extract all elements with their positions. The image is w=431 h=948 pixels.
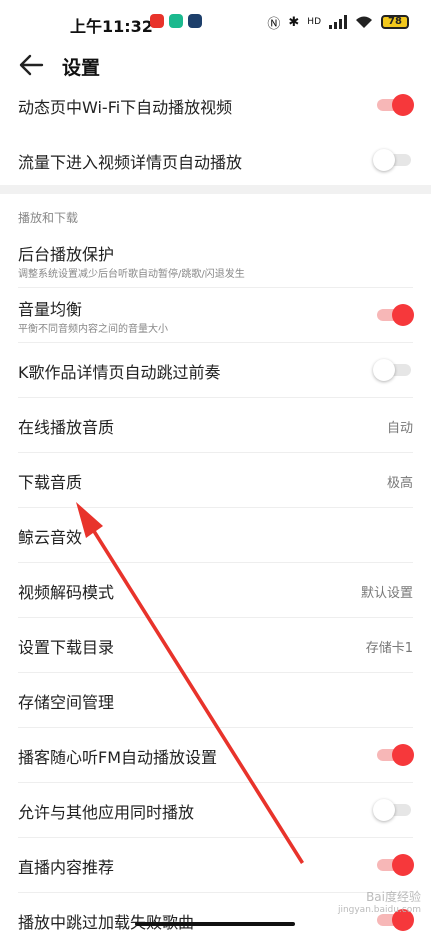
setting-label: 鲸云音效 [18,528,83,547]
wifi-icon [356,16,372,28]
setting-value: 极高 [386,476,413,491]
setting-label: 下载音质 [18,473,83,492]
setting-label: K歌作品详情页自动跳过前奏 [18,363,221,382]
setting-label: 后台播放保护 [18,245,115,264]
network-type-icon: HD [307,17,321,27]
toggle-switch-off[interactable] [373,799,411,821]
signal-icon [329,15,347,29]
nfc-icon: Ⓝ [267,16,281,32]
setting-label: 允许与其他应用同时播放 [18,803,195,822]
setting-row-skip-intro[interactable]: K歌作品详情页自动跳过前奏 [0,343,431,398]
setting-label: 设置下载目录 [18,638,115,657]
back-arrow-icon[interactable] [16,50,46,80]
section-divider [0,185,431,194]
bluetooth-icon: ✱ [288,14,300,30]
setting-row-online-quality[interactable]: 在线播放音质 自动 [0,398,431,453]
setting-label: 在线播放音质 [18,418,115,437]
setting-label: 动态页中Wi-Fi下自动播放视频 [18,98,233,117]
setting-row-wifi-autoplay[interactable]: 动态页中Wi-Fi下自动播放视频 [0,78,431,133]
setting-description: 平衡不同音频内容之间的音量大小 [18,324,168,335]
status-icons: Ⓝ ✱ HD 78 [267,12,409,32]
setting-label: 视频解码模式 [18,583,115,602]
status-time: 上午11:32 [70,17,153,36]
setting-label: 播放中跳过加载失败歌曲 [18,913,195,932]
setting-label: 音量均衡 [18,300,83,319]
setting-row-download-dir[interactable]: 设置下载目录 存储卡1 [0,618,431,673]
toggle-switch-on[interactable] [377,854,414,876]
toggle-switch-off[interactable] [373,149,411,171]
setting-row-sound-effect[interactable]: 鲸云音效 [0,508,431,563]
status-bar: 上午11:32 Ⓝ ✱ HD 78 [0,0,431,44]
toggle-switch-on[interactable] [377,94,414,116]
app-notification-icon [169,14,183,28]
app-notification-icon [150,14,164,28]
setting-value: 默认设置 [360,586,413,601]
setting-row-storage[interactable]: 存储空间管理 [0,673,431,728]
toggle-switch-on[interactable] [377,304,414,326]
setting-row-mix-playback[interactable]: 允许与其他应用同时播放 [0,783,431,838]
setting-label: 直播内容推荐 [18,858,115,877]
watermark: Bai度经验 jingyan.baidu.com [338,888,421,915]
setting-row-volume-balance[interactable]: 音量均衡 平衡不同音频内容之间的音量大小 [0,288,431,343]
app-notification-icon [188,14,202,28]
setting-label: 流量下进入视频详情页自动播放 [18,153,243,172]
watermark-url: jingyan.baidu.com [337,905,421,915]
setting-value: 存储卡1 [365,641,413,656]
setting-row-download-quality[interactable]: 下载音质 极高 [0,453,431,508]
setting-row-background-protect[interactable]: 后台播放保护 调整系统设置减少后台听歌自动暂停/跳歌/闪退发生 [0,233,431,288]
toggle-switch-on[interactable] [377,744,414,766]
setting-value: 自动 [386,421,413,436]
watermark-title: Bai度经验 [366,890,421,904]
setting-label: 存储空间管理 [18,693,115,712]
setting-row-live-recommend[interactable]: 直播内容推荐 [0,838,431,893]
home-indicator[interactable] [135,922,295,926]
setting-row-data-autoplay[interactable]: 流量下进入视频详情页自动播放 [0,133,431,188]
battery-icon: 78 [381,15,409,29]
setting-row-video-decode[interactable]: 视频解码模式 默认设置 [0,563,431,618]
setting-label: 播客随心听FM自动播放设置 [18,748,218,767]
page-title: 设置 [62,57,101,79]
toggle-switch-off[interactable] [373,359,411,381]
setting-row-podcast-fm[interactable]: 播客随心听FM自动播放设置 [0,728,431,783]
setting-description: 调整系统设置减少后台听歌自动暂停/跳歌/闪退发生 [18,269,245,280]
section-header: 播放和下载 [18,211,79,225]
